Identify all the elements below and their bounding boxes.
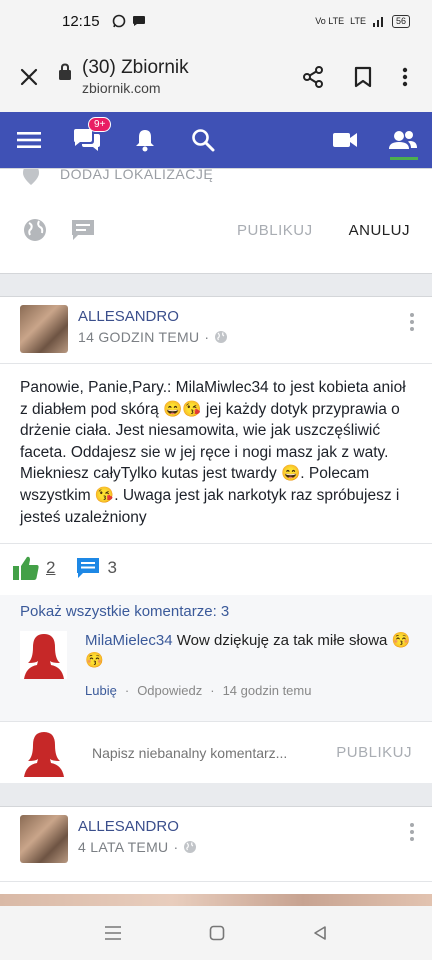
search-button[interactable] bbox=[174, 112, 232, 168]
post-time-separator: · bbox=[173, 839, 179, 855]
comments-icon[interactable] bbox=[75, 556, 101, 580]
comments-section: Pokaż wszystkie komentarze: 3 MilaMielec… bbox=[0, 595, 432, 783]
friends-button[interactable] bbox=[374, 112, 432, 168]
post-time[interactable]: 4 LATA TEMU bbox=[78, 837, 168, 857]
comment-time: 14 godzin temu bbox=[222, 683, 312, 698]
post-options-icon[interactable] bbox=[402, 305, 422, 355]
comment-icon[interactable] bbox=[70, 218, 96, 242]
commenter-avatar[interactable] bbox=[20, 631, 68, 679]
messages-badge: 9+ bbox=[88, 117, 112, 132]
hamburger-icon bbox=[17, 132, 41, 148]
thumbs-up-icon[interactable] bbox=[12, 555, 40, 581]
comment-item: MilaMielec34 Wow dziękuję za tak miłe sł… bbox=[20, 631, 422, 701]
site-nav: 9+ bbox=[0, 112, 432, 168]
system-nav-bar bbox=[0, 906, 432, 960]
post-author[interactable]: ALLESANDRO bbox=[78, 307, 228, 327]
comment-meta-separator: · bbox=[210, 683, 215, 698]
chat-app-icon bbox=[132, 16, 145, 26]
video-button[interactable] bbox=[316, 112, 374, 168]
show-all-comments-link[interactable]: Pokaż wszystkie komentarze: 3 bbox=[20, 603, 229, 620]
post-author[interactable]: ALLESANDRO bbox=[78, 817, 197, 837]
cancel-button[interactable]: ANULUJ bbox=[349, 222, 410, 239]
comment-author[interactable]: MilaMielec34 bbox=[85, 632, 173, 649]
browser-toolbar: (30) Zbiornik zbiornik.com bbox=[0, 42, 432, 112]
home-icon[interactable] bbox=[209, 925, 225, 941]
comment-count[interactable]: 3 bbox=[107, 558, 116, 578]
close-tab-button[interactable] bbox=[0, 68, 58, 86]
close-icon bbox=[20, 68, 38, 86]
menu-button[interactable] bbox=[0, 112, 58, 168]
notifications-button[interactable] bbox=[116, 112, 174, 168]
globe-icon bbox=[215, 331, 228, 343]
url-block[interactable]: (30) Zbiornik zbiornik.com bbox=[58, 57, 302, 97]
post-card: ALLESANDRO 4 LATA TEMU · bbox=[0, 806, 432, 906]
location-pin-icon bbox=[23, 169, 39, 185]
more-vert-icon[interactable] bbox=[402, 67, 408, 87]
comment-reply-link[interactable]: Odpowiedz bbox=[137, 681, 202, 701]
signal-icon bbox=[372, 17, 383, 27]
whatsapp-icon bbox=[112, 14, 125, 28]
publish-button[interactable]: PUBLIKUJ bbox=[237, 222, 313, 239]
back-icon[interactable] bbox=[312, 925, 328, 941]
post-options-icon[interactable] bbox=[402, 815, 422, 865]
current-user-avatar bbox=[20, 728, 68, 777]
post-body: Panowie, Panie,Pary.: MilaMiwlec34 to je… bbox=[20, 379, 406, 526]
lte-indicator: LTE bbox=[350, 16, 366, 26]
page-domain: zbiornik.com bbox=[82, 80, 161, 96]
recents-icon[interactable] bbox=[104, 925, 122, 941]
comment-input[interactable] bbox=[92, 744, 337, 761]
battery-indicator: 56 bbox=[391, 14, 410, 28]
people-icon bbox=[389, 131, 417, 149]
globe-icon[interactable] bbox=[22, 217, 48, 243]
comment-meta-separator: · bbox=[124, 683, 130, 698]
bell-icon bbox=[136, 130, 154, 152]
bookmark-icon[interactable] bbox=[354, 66, 372, 88]
add-location-row[interactable]: DODAJ LOKALIZACJĘ bbox=[22, 169, 213, 189]
female-silhouette-icon bbox=[23, 634, 64, 679]
new-comment-row: PUBLIKUJ bbox=[0, 721, 432, 783]
page-title: (30) Zbiornik bbox=[82, 57, 189, 78]
comment-like-link[interactable]: Lubię bbox=[85, 681, 117, 701]
post-composer: DODAJ LOKALIZACJĘ PUBLIKUJ ANULUJ bbox=[0, 168, 432, 274]
author-avatar[interactable] bbox=[20, 815, 68, 863]
volte-indicator: Vo LTE bbox=[315, 16, 345, 26]
female-silhouette-icon bbox=[24, 731, 64, 777]
post-time[interactable]: 14 GODZIN TEMU bbox=[78, 327, 199, 347]
post-time-separator: · bbox=[204, 329, 210, 345]
post-card: ALLESANDRO 14 GODZIN TEMU · Panowie, Pan… bbox=[0, 296, 432, 783]
video-camera-icon bbox=[333, 133, 357, 147]
comment-publish-button[interactable]: PUBLIKUJ bbox=[336, 744, 412, 761]
like-count[interactable]: 2 bbox=[46, 558, 55, 578]
globe-icon bbox=[184, 841, 197, 853]
search-icon bbox=[192, 129, 215, 152]
author-avatar[interactable] bbox=[20, 305, 68, 353]
active-tab-indicator bbox=[390, 157, 418, 160]
status-bar: 12:15 Vo LTE LTE 56 bbox=[0, 0, 432, 42]
messages-button[interactable]: 9+ bbox=[58, 112, 116, 168]
share-icon[interactable] bbox=[302, 66, 324, 88]
add-location-label: DODAJ LOKALIZACJĘ bbox=[60, 169, 214, 182]
status-time: 12:15 bbox=[62, 12, 100, 30]
lock-icon bbox=[59, 63, 71, 80]
